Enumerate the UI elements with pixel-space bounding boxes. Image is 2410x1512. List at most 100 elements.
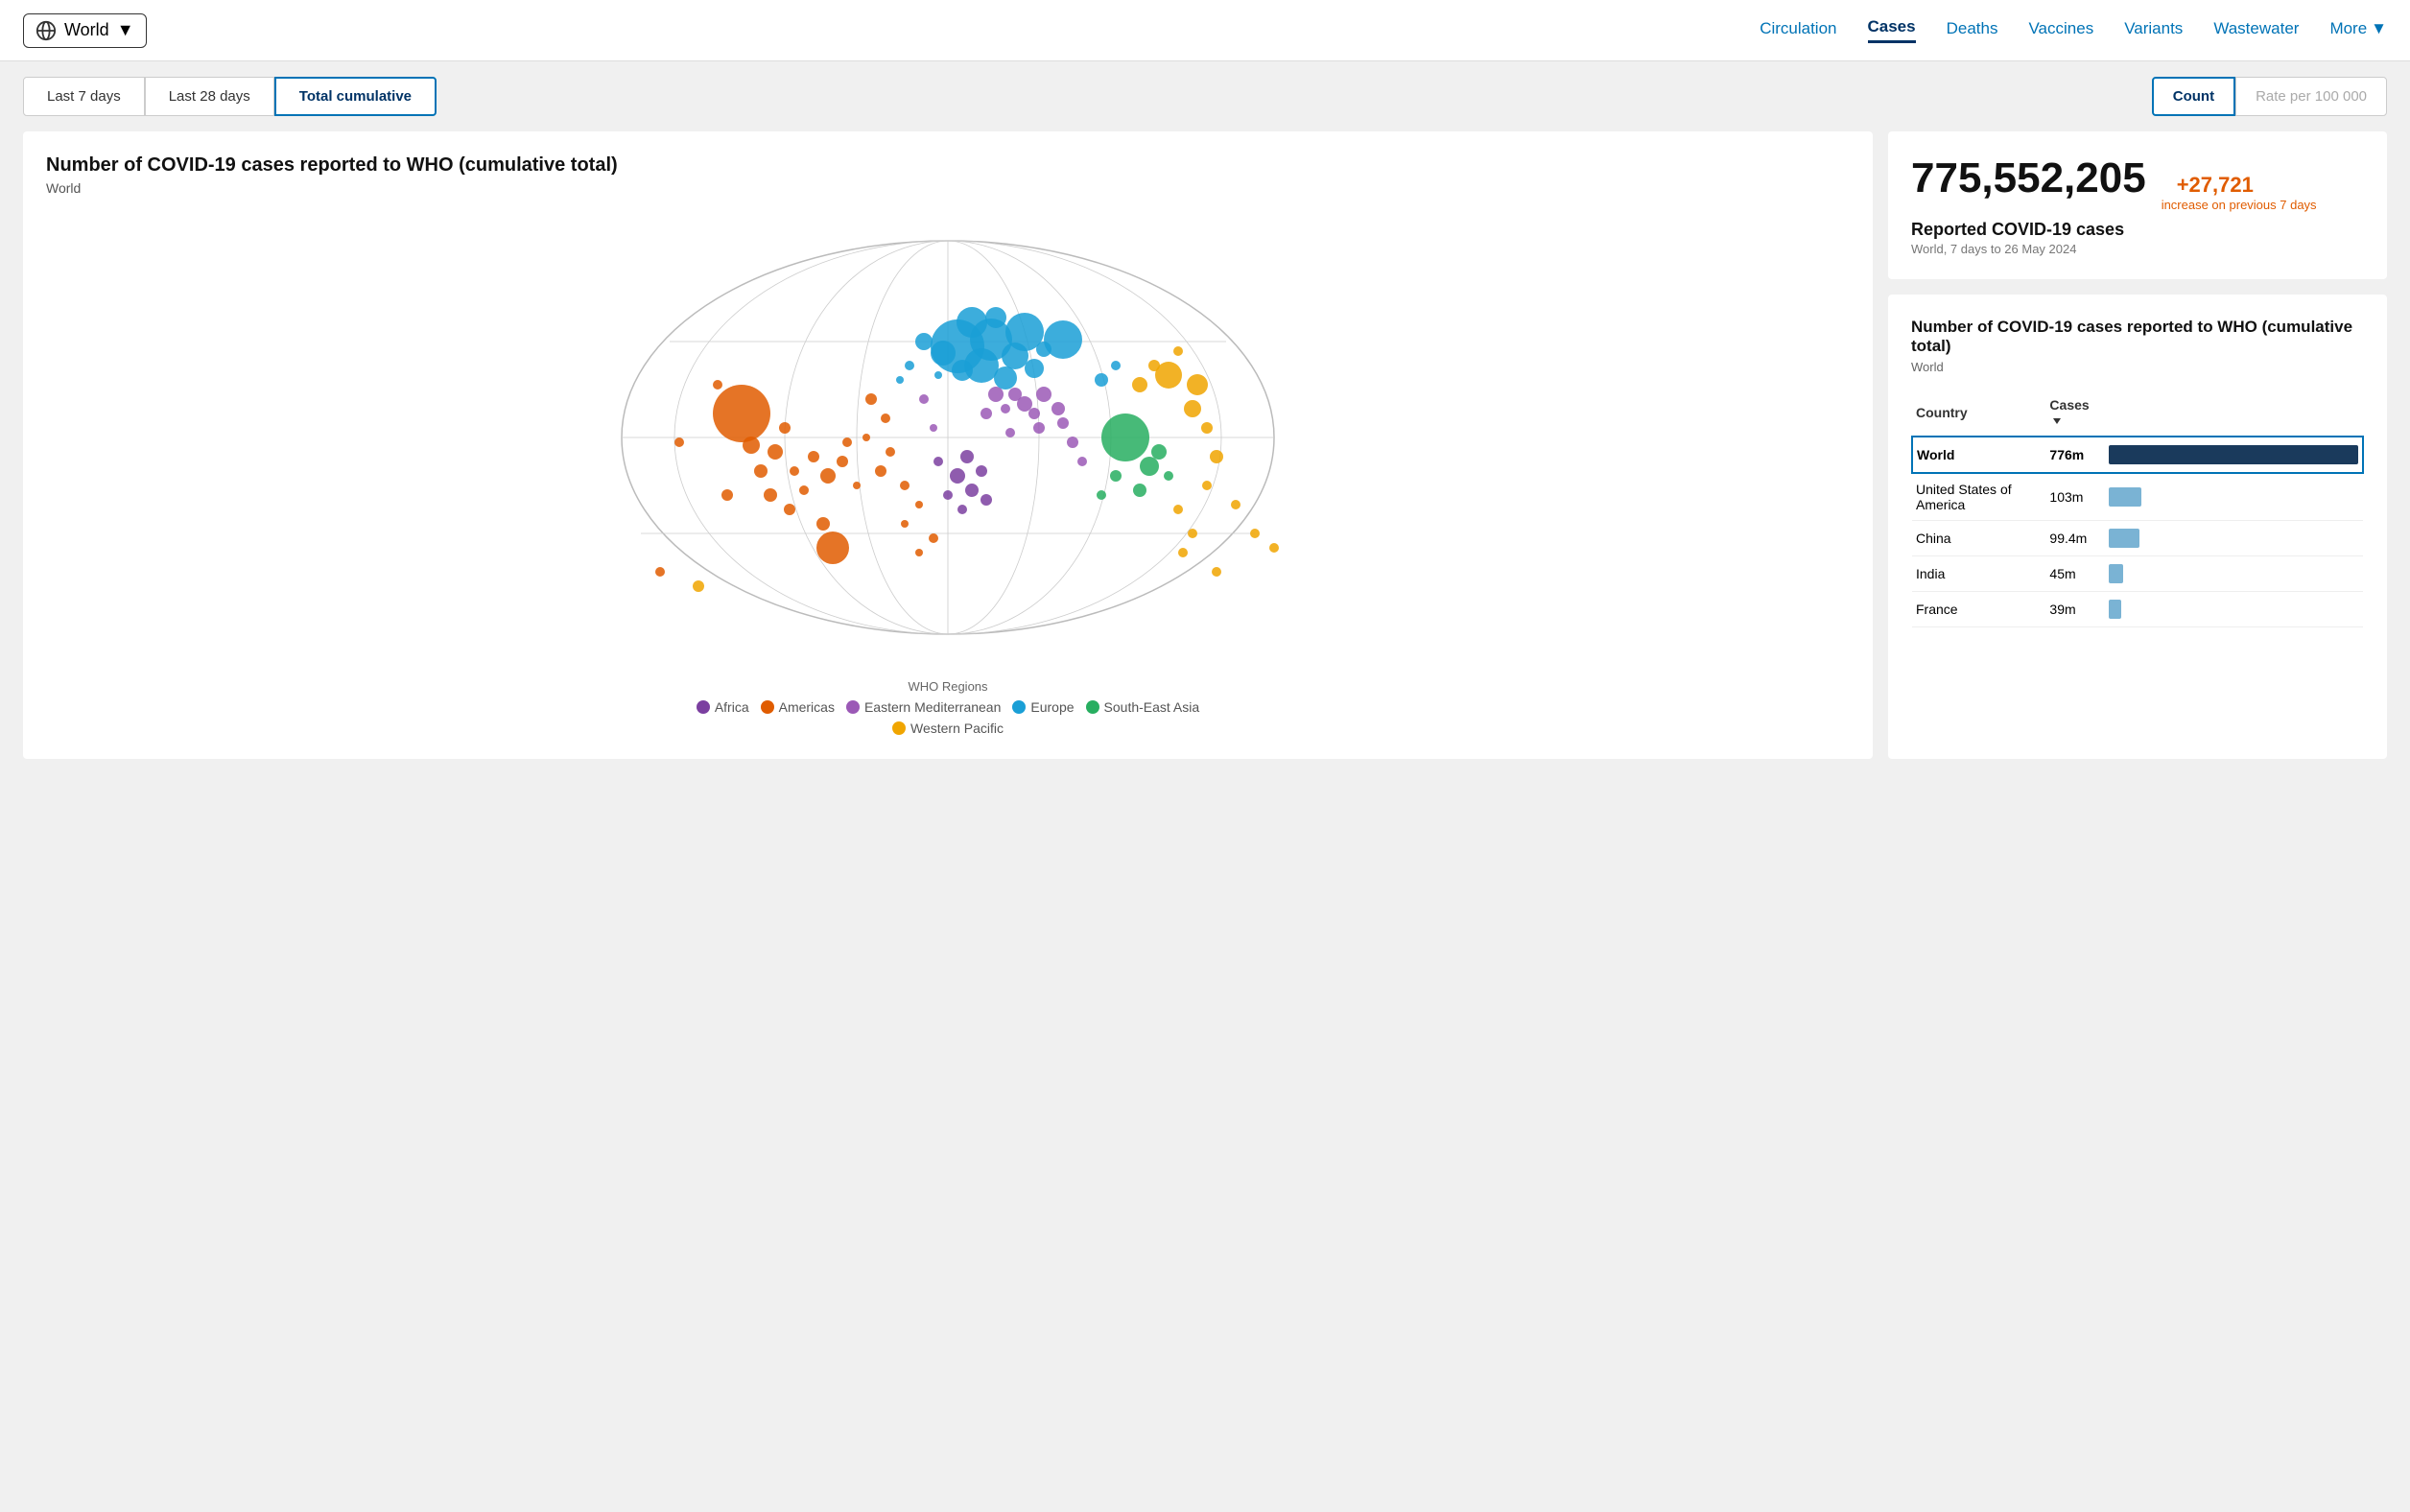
time-tab-group: Last 7 days Last 28 days Total cumulativ… xyxy=(23,77,437,116)
world-map-svg xyxy=(46,207,1850,668)
nav-deaths[interactable]: Deaths xyxy=(1947,19,1998,42)
table-row-world[interactable]: World 776m xyxy=(1912,437,2363,473)
bar-cell-world xyxy=(2109,445,2358,464)
increase-value: +27,721 xyxy=(2177,173,2254,197)
cell-bar-france xyxy=(2105,592,2363,627)
western-pacific-dot xyxy=(892,721,906,735)
nav-vaccines[interactable]: Vaccines xyxy=(2028,19,2093,42)
nav-wastewater[interactable]: Wastewater xyxy=(2213,19,2299,42)
cell-bar-world xyxy=(2105,437,2363,473)
sea-dot xyxy=(1086,700,1099,714)
cell-bar-china xyxy=(2105,521,2363,556)
cell-bar-usa xyxy=(2105,473,2363,521)
europe-label: Europe xyxy=(1030,699,1074,715)
tab-28days[interactable]: Last 28 days xyxy=(145,77,274,116)
bar-cell-india xyxy=(2109,564,2359,583)
tab-total-cumulative[interactable]: Total cumulative xyxy=(274,77,437,116)
bar-world xyxy=(2109,445,2358,464)
more-label: More xyxy=(2329,19,2367,38)
tab-7days[interactable]: Last 7 days xyxy=(23,77,145,116)
nav-more[interactable]: More ▼ xyxy=(2329,19,2387,42)
increase-label: increase on previous 7 days xyxy=(2162,198,2317,212)
bar-france xyxy=(2109,600,2121,619)
main-nav: Circulation Cases Deaths Vaccines Varian… xyxy=(1760,17,2387,43)
map-legend: WHO Regions Africa Americas Eastern Medi… xyxy=(46,679,1850,736)
map-subtitle: World xyxy=(46,180,1850,196)
chevron-icon: ▼ xyxy=(117,20,134,40)
legend-items-row2: Western Pacific xyxy=(46,721,1850,736)
bar-cell-france xyxy=(2109,600,2359,619)
legend-western-pacific: Western Pacific xyxy=(892,721,1004,736)
table-card-subtitle: World xyxy=(1911,360,2364,374)
western-pacific-label: Western Pacific xyxy=(910,721,1004,736)
col-bar xyxy=(2105,390,2363,437)
table-row-china[interactable]: China 99.4m xyxy=(1912,521,2363,556)
legend-eastern-med: Eastern Mediterranean xyxy=(846,699,1001,715)
sort-arrow-icon xyxy=(2053,418,2061,424)
world-label: World xyxy=(64,20,109,40)
header: World ▼ Circulation Cases Deaths Vaccine… xyxy=(0,0,2410,61)
big-number: 775,552,205 xyxy=(1911,154,2146,202)
eastern-med-label: Eastern Mediterranean xyxy=(864,699,1001,715)
right-panel: 775,552,205 +27,721 increase on previous… xyxy=(1888,131,2387,759)
bar-india xyxy=(2109,564,2123,583)
bar-usa xyxy=(2109,487,2141,507)
cell-country-france: France xyxy=(1912,592,2045,627)
rate-button[interactable]: Rate per 100 000 xyxy=(2235,77,2387,116)
cell-cases-france: 39m xyxy=(2045,592,2105,627)
cases-table: Country Cases World xyxy=(1911,390,2364,627)
americas-dot xyxy=(761,700,774,714)
bar-cell-usa xyxy=(2109,487,2359,507)
map-container xyxy=(46,207,1850,668)
cell-country-india: India xyxy=(1912,556,2045,592)
stats-number-row: 775,552,205 +27,721 increase on previous… xyxy=(1911,154,2364,212)
nav-circulation[interactable]: Circulation xyxy=(1760,19,1836,42)
cell-cases-china: 99.4m xyxy=(2045,521,2105,556)
table-row-usa[interactable]: United States of America 103m xyxy=(1912,473,2363,521)
col-cases: Cases xyxy=(2045,390,2105,437)
table-card: Number of COVID-19 cases reported to WHO… xyxy=(1888,295,2387,759)
sea-label: South-East Asia xyxy=(1104,699,1200,715)
content-area: Last 7 days Last 28 days Total cumulativ… xyxy=(0,61,2410,774)
table-body: World 776m United States of Am xyxy=(1912,437,2363,627)
legend-title: WHO Regions xyxy=(46,679,1850,694)
more-chevron-icon: ▼ xyxy=(2371,19,2387,38)
nav-cases[interactable]: Cases xyxy=(1868,17,1916,43)
legend-items: Africa Americas Eastern Mediterranean Eu… xyxy=(46,699,1850,715)
count-button[interactable]: Count xyxy=(2152,77,2235,116)
legend-sea: South-East Asia xyxy=(1086,699,1200,715)
map-panel: Number of COVID-19 cases reported to WHO… xyxy=(23,131,1873,759)
bar-china xyxy=(2109,529,2139,548)
table-row-india[interactable]: India 45m xyxy=(1912,556,2363,592)
legend-americas: Americas xyxy=(761,699,835,715)
globe-icon xyxy=(35,20,57,41)
eastern-med-dot xyxy=(846,700,860,714)
count-rate-group: Count Rate per 100 000 xyxy=(2152,77,2387,116)
col-country: Country xyxy=(1912,390,2045,437)
stats-card: 775,552,205 +27,721 increase on previous… xyxy=(1888,131,2387,279)
legend-europe: Europe xyxy=(1012,699,1074,715)
main-layout: Number of COVID-19 cases reported to WHO… xyxy=(23,131,2387,759)
bar-cell-china xyxy=(2109,529,2359,548)
europe-dot xyxy=(1012,700,1026,714)
cell-bar-india xyxy=(2105,556,2363,592)
cell-country-china: China xyxy=(1912,521,2045,556)
table-header-row: Country Cases xyxy=(1912,390,2363,437)
africa-dot xyxy=(697,700,710,714)
cell-country-world: World xyxy=(1912,437,2045,473)
cell-country-usa: United States of America xyxy=(1912,473,2045,521)
map-title: Number of COVID-19 cases reported to WHO… xyxy=(46,154,1850,177)
table-row-france[interactable]: France 39m xyxy=(1912,592,2363,627)
cell-cases-world: 776m xyxy=(2045,437,2105,473)
table-scroll-area[interactable]: Country Cases World xyxy=(1911,390,2364,627)
cell-cases-usa: 103m xyxy=(2045,473,2105,521)
americas-label: Americas xyxy=(779,699,835,715)
world-selector[interactable]: World ▼ xyxy=(23,13,147,48)
stat-label: Reported COVID-19 cases xyxy=(1911,220,2364,240)
africa-label: Africa xyxy=(715,699,749,715)
legend-africa: Africa xyxy=(697,699,749,715)
table-card-title: Number of COVID-19 cases reported to WHO… xyxy=(1911,318,2364,356)
time-tab-bar: Last 7 days Last 28 days Total cumulativ… xyxy=(23,77,2387,116)
cell-cases-india: 45m xyxy=(2045,556,2105,592)
nav-variants[interactable]: Variants xyxy=(2124,19,2183,42)
